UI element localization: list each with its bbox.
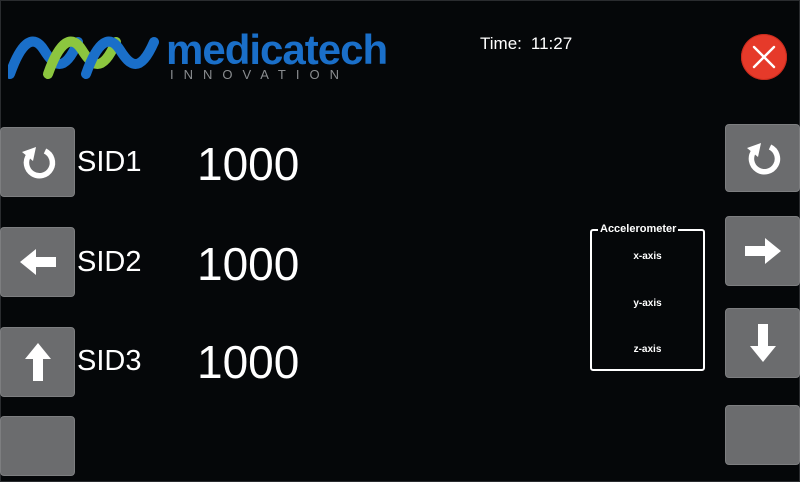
- sid1-label: SID1: [77, 146, 142, 178]
- rotate-icon: [21, 147, 55, 179]
- arrow-right-icon: [744, 238, 781, 264]
- time-display: Time: 11:27: [480, 34, 572, 54]
- right-blank-button[interactable]: [725, 405, 800, 465]
- sid3-value: 1000: [197, 336, 300, 388]
- z-axis-label: z-axis: [633, 344, 662, 355]
- time-value: 11:27: [530, 34, 573, 53]
- down-arrow-button[interactable]: [725, 308, 800, 378]
- logo-wave-icon: [8, 36, 159, 79]
- left-blank-button[interactable]: [0, 416, 75, 476]
- y-axis-label: y-axis: [633, 298, 662, 309]
- sid1-value: 1000: [197, 138, 300, 190]
- x-axis-label: x-axis: [633, 251, 662, 262]
- right-arrow-button[interactable]: [725, 216, 800, 286]
- accelerometer-panel: Accelerometer x-axis y-axis z-axis: [590, 222, 705, 371]
- logo-wordmark: medicatech: [166, 26, 388, 73]
- rotate-icon: [746, 143, 780, 175]
- close-button[interactable]: [741, 34, 787, 80]
- logo-subtitle: INNOVATION: [170, 67, 349, 82]
- sid2-value: 1000: [197, 238, 300, 290]
- accelerometer-title: Accelerometer: [598, 222, 679, 236]
- left-arrow-button[interactable]: [0, 227, 75, 297]
- up-arrow-button[interactable]: [0, 327, 75, 397]
- arrow-left-icon: [19, 249, 56, 275]
- left-rotate-button[interactable]: [0, 127, 75, 197]
- time-label: Time:: [480, 34, 522, 53]
- arrow-down-icon: [749, 324, 776, 362]
- sid3-label: SID3: [77, 345, 142, 377]
- medicatech-logo: medicatech INNOVATION: [8, 26, 388, 86]
- close-icon: [752, 45, 776, 69]
- sid2-label: SID2: [77, 246, 142, 278]
- arrow-up-icon: [24, 343, 51, 381]
- right-rotate-button[interactable]: [725, 124, 800, 192]
